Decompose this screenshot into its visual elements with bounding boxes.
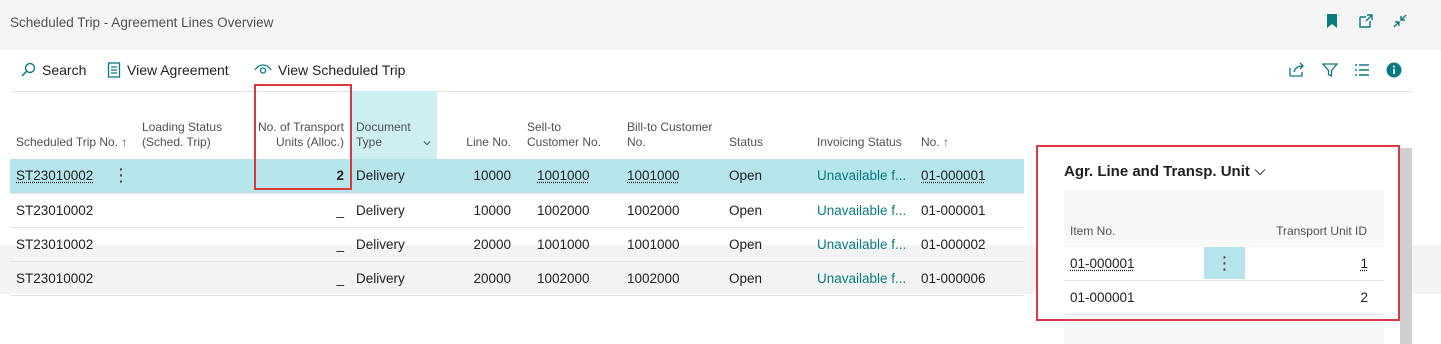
eye-icon xyxy=(254,64,272,74)
invoicing-status-cell[interactable]: Unavailable f... xyxy=(811,227,915,262)
loading-status-cell xyxy=(136,261,250,296)
status-cell: Open xyxy=(723,261,811,296)
document-type-cell: Delivery xyxy=(350,159,437,194)
filter-icon[interactable] xyxy=(1322,62,1338,78)
table-row[interactable]: ST23010002 ⋮ 2 Delivery 10000 1001000 10… xyxy=(10,159,1024,194)
sell-to-customer-cell[interactable]: 1002000 xyxy=(517,193,621,228)
bill-to-customer-cell[interactable]: 1001000 xyxy=(621,227,723,262)
line-no-cell: 10000 xyxy=(437,159,517,194)
invoicing-status-cell[interactable]: Unavailable f... xyxy=(811,159,915,194)
column-header-bill-to-customer-no[interactable]: Bill-to Customer No. xyxy=(621,91,723,159)
factbox-scrollbar[interactable] xyxy=(1400,148,1412,344)
no-cell[interactable]: 01-000006 xyxy=(915,261,1024,296)
status-cell: Open xyxy=(723,227,811,262)
loading-status-cell xyxy=(136,159,250,194)
bill-to-customer-value[interactable]: 1001000 xyxy=(627,168,680,183)
search-label: Search xyxy=(42,62,87,78)
column-header-status[interactable]: Status xyxy=(723,91,811,159)
no-cell[interactable]: 01-000002 xyxy=(915,227,1024,262)
column-header-line-no[interactable]: Line No. xyxy=(437,91,517,159)
bill-to-customer-cell[interactable]: 1002000 xyxy=(621,193,723,228)
sell-to-customer-cell[interactable]: 1002000 xyxy=(517,261,621,296)
row-actions-icon[interactable]: ⋮ xyxy=(112,165,130,186)
view-scheduled-trip-label: View Scheduled Trip xyxy=(278,62,406,78)
factbox-highlight xyxy=(1036,145,1400,321)
scheduled-trip-no-cell[interactable]: ST23010002 ⋮ xyxy=(10,159,136,194)
table-row[interactable]: ST23010002 _ Delivery 10000 1002000 1002… xyxy=(10,193,1024,228)
line-no-cell: 20000 xyxy=(437,261,517,296)
document-type-cell: Delivery xyxy=(350,227,437,262)
title-bar: Scheduled Trip - Agreement Lines Overvie… xyxy=(0,0,1441,50)
status-cell: Open xyxy=(723,193,811,228)
search-icon xyxy=(21,62,36,77)
scheduled-trip-no-cell[interactable]: ST23010002 xyxy=(10,261,136,296)
view-scheduled-trip-button[interactable]: View Scheduled Trip xyxy=(254,62,405,78)
share-icon[interactable] xyxy=(1288,62,1306,78)
bill-to-customer-cell[interactable]: 1002000 xyxy=(621,261,723,296)
column-header-no[interactable]: No. ↑ xyxy=(915,91,1024,159)
scheduled-trip-no-cell[interactable]: ST23010002 xyxy=(10,193,136,228)
agreement-lines-table: Scheduled Trip No. ↑ Loading Status (Sch… xyxy=(10,91,1024,296)
info-icon[interactable] xyxy=(1386,62,1402,78)
document-type-cell: Delivery xyxy=(350,193,437,228)
scheduled-trip-no-value[interactable]: ST23010002 xyxy=(16,168,93,183)
line-no-cell: 10000 xyxy=(437,193,517,228)
column-header-sell-to-customer-no[interactable]: Sell-to Customer No. xyxy=(517,91,621,159)
page-title: Scheduled Trip - Agreement Lines Overvie… xyxy=(10,15,274,30)
document-type-label: Document Type xyxy=(356,120,411,149)
view-agreement-button[interactable]: View Agreement xyxy=(107,62,229,78)
table-row[interactable]: ST23010002 _ Delivery 20000 1002000 1002… xyxy=(10,261,1024,296)
table-header-row: Scheduled Trip No. ↑ Loading Status (Sch… xyxy=(10,91,1024,159)
table-row[interactable]: ST23010002 _ Delivery 20000 1001000 1001… xyxy=(10,227,1024,262)
bill-to-customer-cell[interactable]: 1001000 xyxy=(621,159,723,194)
right-action-icons xyxy=(1288,62,1402,78)
column-header-document-type[interactable]: Document Type xyxy=(350,91,437,159)
transport-units-cell[interactable]: _ xyxy=(250,227,350,262)
column-header-scheduled-trip-no[interactable]: Scheduled Trip No. ↑ xyxy=(10,91,136,159)
column-header-invoicing-status[interactable]: Invoicing Status xyxy=(811,91,915,159)
transport-units-cell[interactable]: _ xyxy=(250,193,350,228)
invoicing-status-cell[interactable]: Unavailable f... xyxy=(811,193,915,228)
view-agreement-label: View Agreement xyxy=(127,62,229,78)
loading-status-cell xyxy=(136,227,250,262)
line-no-cell: 20000 xyxy=(437,227,517,262)
action-bar: Search View Agreement View Scheduled Tri… xyxy=(12,52,1412,92)
document-type-cell: Delivery xyxy=(350,261,437,296)
invoicing-status-cell[interactable]: Unavailable f... xyxy=(811,261,915,296)
search-button[interactable]: Search xyxy=(20,62,86,78)
no-cell[interactable]: 01-000001 xyxy=(915,159,1024,194)
title-icons xyxy=(1323,12,1409,30)
column-header-loading-status[interactable]: Loading Status (Sched. Trip) xyxy=(136,91,250,159)
no-value[interactable]: 01-000001 xyxy=(921,168,986,183)
open-new-window-icon[interactable] xyxy=(1357,12,1375,30)
scheduled-trip-no-cell[interactable]: ST23010002 xyxy=(10,227,136,262)
chevron-down-icon[interactable] xyxy=(423,139,431,147)
transport-units-cell[interactable]: _ xyxy=(250,261,350,296)
status-cell: Open xyxy=(723,159,811,194)
transport-units-highlight xyxy=(254,84,352,190)
sell-to-customer-cell[interactable]: 1001000 xyxy=(517,159,621,194)
sell-to-customer-value[interactable]: 1001000 xyxy=(537,168,590,183)
loading-status-cell xyxy=(136,193,250,228)
document-icon xyxy=(107,62,121,78)
bookmark-icon[interactable] xyxy=(1323,12,1341,30)
no-cell[interactable]: 01-000001 xyxy=(915,193,1024,228)
sell-to-customer-cell[interactable]: 1001000 xyxy=(517,227,621,262)
collapse-icon[interactable] xyxy=(1391,12,1409,30)
list-icon[interactable] xyxy=(1354,62,1370,78)
